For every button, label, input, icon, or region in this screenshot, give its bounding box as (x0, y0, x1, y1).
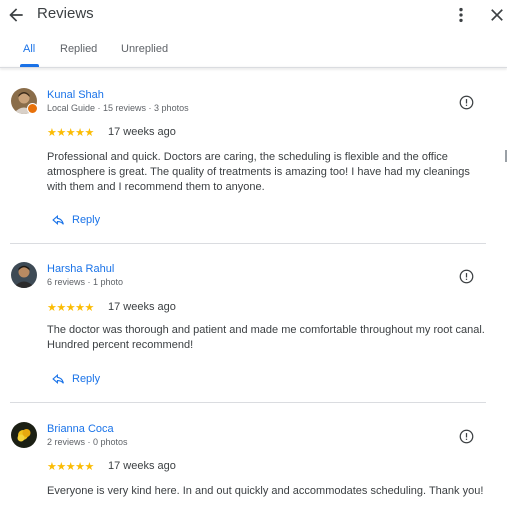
tabs-divider (0, 67, 507, 68)
tab-bar: All Replied Unreplied (0, 30, 507, 68)
review-divider (10, 402, 486, 403)
reviewer-name[interactable]: Harsha Rahul (47, 263, 114, 275)
local-guide-badge-icon (27, 103, 38, 114)
review-text: Professional and quick. Doctors are cari… (47, 151, 470, 193)
review-divider (10, 243, 486, 244)
page-title: Reviews (37, 5, 94, 22)
review-time: 17 weeks ago (108, 126, 176, 138)
report-icon[interactable] (459, 95, 474, 110)
more-vert-icon[interactable] (451, 5, 471, 25)
reviewer-meta: 6 reviews · 1 photo (47, 277, 124, 287)
reviewer-meta: 2 reviews · 0 photos (47, 437, 128, 447)
close-icon[interactable] (487, 5, 507, 25)
review-time: 17 weeks ago (108, 460, 176, 472)
report-icon[interactable] (459, 429, 474, 444)
avatar[interactable] (11, 422, 37, 448)
app-header: Reviews (0, 0, 507, 30)
star-rating: ★★★★★ (47, 302, 94, 314)
tab-replied[interactable]: Replied (60, 43, 97, 55)
tab-unreplied[interactable]: Unreplied (121, 43, 168, 55)
reviewer-meta: Local Guide · 15 reviews · 3 photos (47, 103, 189, 113)
report-icon[interactable] (459, 269, 474, 284)
reply-label: Reply (72, 214, 101, 226)
reply-icon (52, 215, 64, 225)
review-text: Everyone is very kind here. In and out q… (47, 485, 484, 497)
review-time: 17 weeks ago (108, 301, 176, 313)
reply-label: Reply (72, 373, 101, 385)
arrow-back-icon[interactable] (6, 5, 26, 25)
star-rating: ★★★★★ (47, 127, 94, 139)
avatar[interactable] (11, 262, 37, 288)
tab-all[interactable]: All (23, 43, 35, 55)
review-text: The doctor was thorough and patient and … (47, 324, 485, 351)
reviewer-name[interactable]: Brianna Coca (47, 423, 114, 435)
star-rating: ★★★★★ (47, 461, 94, 473)
reply-icon (52, 374, 64, 384)
reviewer-name[interactable]: Kunal Shah (47, 89, 104, 101)
